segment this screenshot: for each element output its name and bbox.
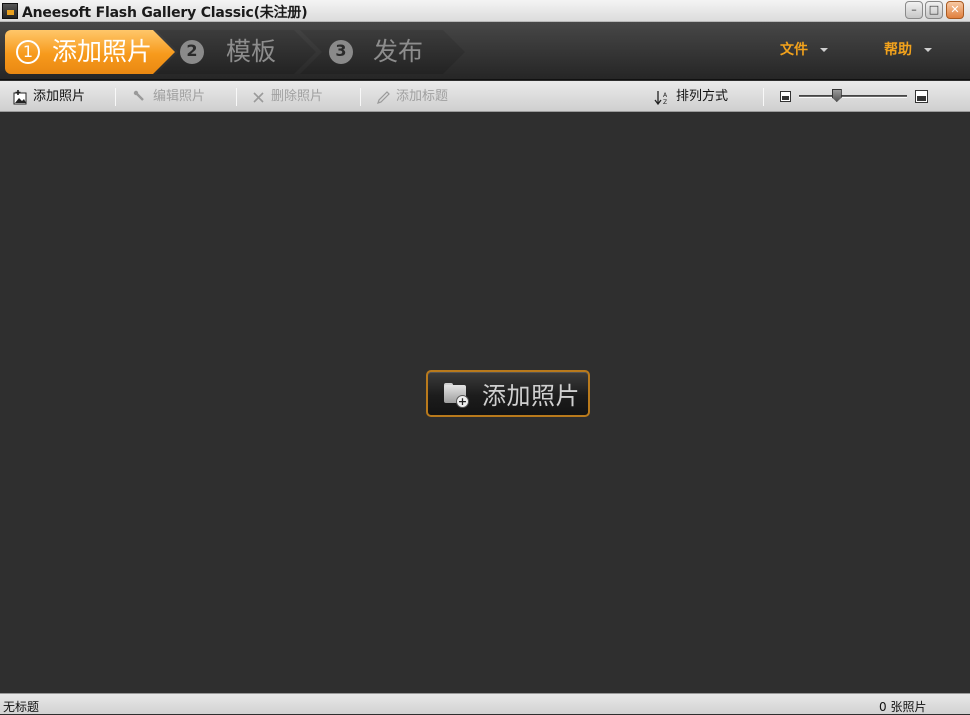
thumbnail-size-slider[interactable] — [799, 95, 907, 98]
svg-text:A: A — [663, 92, 668, 99]
edit-photos-label: 编辑照片 — [153, 89, 206, 104]
wrench-icon — [133, 90, 148, 105]
sort-by-button[interactable]: AZ 排列方式 — [654, 88, 728, 106]
add-photos-button[interactable]: 添加照片 — [13, 88, 85, 106]
minimize-button[interactable]: – — [905, 1, 923, 19]
status-bar: 无标题 0 张照片 — [0, 693, 970, 714]
folder-plus-icon: + — [444, 382, 469, 408]
close-button[interactable]: ✕ — [946, 1, 964, 19]
step-add-photos[interactable]: 1 添加照片 — [5, 30, 175, 74]
step-label: 添加照片 — [52, 37, 153, 66]
small-thumbnail-icon — [780, 91, 791, 102]
step-number: 3 — [329, 40, 353, 64]
x-icon — [251, 90, 266, 105]
help-menu-label: 帮助 — [884, 42, 912, 58]
svg-text:Z: Z — [663, 99, 667, 105]
add-photos-center-label: 添加照片 — [482, 382, 580, 410]
title-bar: Aneesoft Flash Gallery Classic(未注册) – □ … — [0, 0, 970, 22]
add-photos-label: 添加照片 — [33, 89, 86, 104]
picture-icon — [13, 89, 28, 105]
project-name: 无标题 — [3, 700, 40, 714]
add-title-label: 添加标题 — [396, 89, 449, 104]
toolbar-divider — [360, 88, 361, 106]
chevron-down-icon — [820, 48, 828, 52]
toolbar-divider — [115, 88, 116, 106]
delete-photos-button[interactable]: 删除照片 — [251, 88, 323, 106]
app-icon — [2, 3, 18, 19]
delete-photos-label: 删除照片 — [271, 89, 324, 104]
step-template[interactable]: 2 模板 — [156, 30, 316, 74]
maximize-button[interactable]: □ — [925, 1, 943, 19]
toolbar-divider — [763, 88, 764, 106]
add-title-button[interactable]: 添加标题 — [376, 88, 448, 106]
sort-by-label: 排列方式 — [676, 89, 729, 104]
step-number: 2 — [180, 40, 204, 64]
add-photos-center-button[interactable]: + 添加照片 — [426, 370, 590, 417]
photo-count: 0 张照片 — [879, 700, 927, 714]
large-thumbnail-icon — [915, 90, 928, 103]
edit-photos-button[interactable]: 编辑照片 — [133, 88, 205, 106]
file-menu[interactable]: 文件 — [780, 39, 828, 59]
sort-icon: AZ — [654, 90, 671, 106]
step-publish[interactable]: 3 发布 — [300, 30, 465, 74]
step-label: 发布 — [373, 37, 424, 66]
step-bar: 1 添加照片 2 模板 3 发布 文件 帮助 — [0, 22, 970, 80]
help-menu[interactable]: 帮助 — [884, 39, 932, 59]
step-label: 模板 — [226, 37, 277, 66]
toolbar-divider — [236, 88, 237, 106]
chevron-down-icon — [924, 48, 932, 52]
window-title: Aneesoft Flash Gallery Classic(未注册) — [22, 5, 308, 21]
pencil-icon — [376, 90, 391, 105]
file-menu-label: 文件 — [780, 42, 808, 58]
step-number: 1 — [16, 40, 40, 64]
